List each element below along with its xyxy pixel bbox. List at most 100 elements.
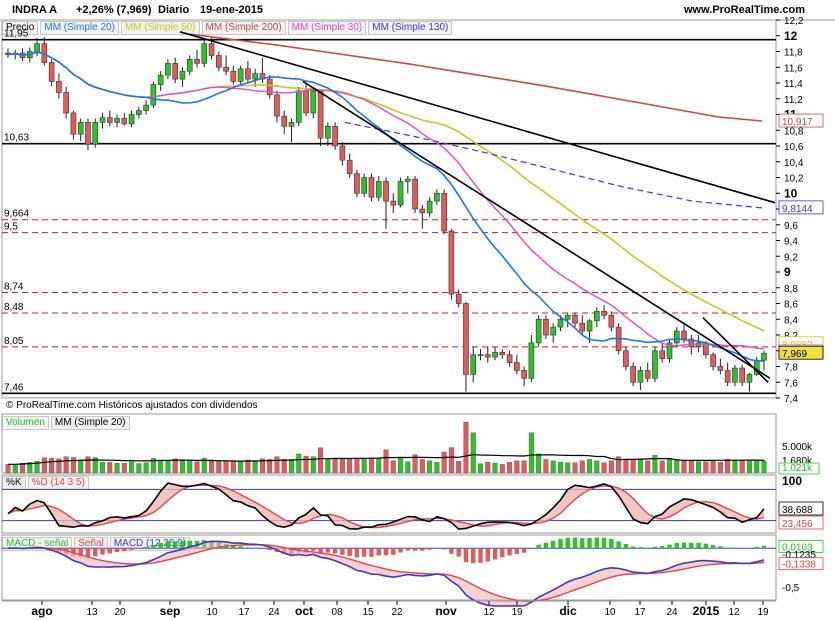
level-label: 8,74 xyxy=(4,281,24,292)
candle-body xyxy=(310,90,317,114)
volume-bar xyxy=(630,459,636,474)
candle-body xyxy=(150,84,157,106)
candle-body xyxy=(136,110,142,115)
macd-histogram-bar xyxy=(601,537,607,549)
stoch-axis-label: 100 xyxy=(782,474,802,488)
macd-histogram-bar xyxy=(521,548,527,553)
macd-histogram-bar xyxy=(674,542,679,549)
candle-body xyxy=(230,70,237,82)
volume-bar xyxy=(361,459,367,474)
candle-body xyxy=(572,315,578,324)
x-axis-label: dic xyxy=(559,604,577,618)
x-axis-label: 2015 xyxy=(693,604,720,618)
macd-histogram-bar xyxy=(434,548,440,549)
macd-histogram-bar xyxy=(361,548,367,557)
price-tag-label: 9,8144 xyxy=(782,204,813,215)
volume-bar xyxy=(499,464,505,474)
volume-bar xyxy=(85,456,91,474)
volume-bar xyxy=(107,461,113,474)
candle-body xyxy=(354,173,360,194)
candle-body xyxy=(426,200,433,214)
macd-histogram-bar xyxy=(456,548,461,557)
candle-body xyxy=(303,90,309,114)
macd-histogram-bar xyxy=(398,548,403,553)
volume-bar xyxy=(354,457,360,474)
x-axis-label: 13 xyxy=(86,607,98,618)
price-axis-label: 8,6 xyxy=(784,300,798,311)
volume-bar xyxy=(637,459,643,474)
macd-signal-tag-label: -0,1338 xyxy=(782,560,816,571)
candle-body xyxy=(528,342,535,379)
volume-bar xyxy=(456,461,462,474)
volume-bar xyxy=(492,462,498,474)
macd-histogram-bar xyxy=(550,540,556,549)
candle-body xyxy=(157,74,164,85)
macd-histogram-bar xyxy=(151,544,156,549)
macd-histogram-bar xyxy=(347,548,352,556)
macd-histogram-bar xyxy=(172,541,178,549)
volume-bar xyxy=(289,459,295,474)
macd-histogram-bar xyxy=(725,547,730,549)
candle-body xyxy=(172,63,178,80)
candle-body xyxy=(492,352,498,358)
macd-histogram-bar xyxy=(565,537,570,549)
macd-histogram-bar xyxy=(129,548,134,550)
candle-body xyxy=(325,126,331,139)
candle-body xyxy=(761,352,767,361)
price-axis-label: 9 xyxy=(784,265,791,279)
x-axis-label: 10 xyxy=(604,607,616,618)
volume-bar xyxy=(659,460,665,474)
candle-body xyxy=(557,318,564,328)
macd-histogram-bar xyxy=(245,547,251,549)
trendline-long xyxy=(179,31,776,204)
candle-body xyxy=(390,200,397,206)
candle-body xyxy=(637,370,644,383)
volume-bar xyxy=(267,459,273,474)
candle-body xyxy=(56,81,62,93)
x-axis-label: 24 xyxy=(268,607,280,618)
x-axis-label: ago xyxy=(31,604,52,618)
level-label: 7,46 xyxy=(4,382,24,393)
ma130-line xyxy=(344,121,763,209)
candle-body xyxy=(208,43,215,56)
volume-bar xyxy=(703,461,709,474)
candle-body xyxy=(608,315,615,328)
volume-bar xyxy=(187,460,193,474)
candle-body xyxy=(623,350,629,367)
volume-bar xyxy=(681,460,687,474)
macd-histogram-bar xyxy=(122,548,127,552)
candle-body xyxy=(34,43,40,52)
price-axis-label: 12 xyxy=(784,29,798,43)
volume-bar xyxy=(572,462,578,474)
x-axis-label: 19 xyxy=(511,607,523,618)
candle-body xyxy=(477,354,484,356)
candle-body xyxy=(434,192,440,202)
x-axis-label: sep xyxy=(160,604,181,618)
macd-histogram-bar xyxy=(754,546,759,549)
candle-body xyxy=(317,90,324,139)
volume-bar xyxy=(20,463,26,474)
candle-body xyxy=(201,43,208,64)
stoch-k-line xyxy=(7,482,765,530)
level-label: 10,63 xyxy=(4,133,29,144)
price-axis-label: 10,6 xyxy=(784,142,804,153)
candle-body xyxy=(484,354,491,358)
candle-body xyxy=(165,63,171,76)
price-axis-label: 8,8 xyxy=(784,284,798,295)
macd-histogram-bar xyxy=(165,541,171,549)
candle-body xyxy=(274,94,280,117)
volume-bar xyxy=(129,461,135,474)
volume-bar xyxy=(507,461,513,474)
volume-bar xyxy=(601,462,607,474)
volume-bar xyxy=(172,458,178,474)
candle-body xyxy=(383,181,389,202)
macd-histogram-bar xyxy=(514,548,520,554)
volume-bar xyxy=(238,460,244,474)
macd-histogram-bar xyxy=(107,548,112,554)
volume-bar xyxy=(732,460,738,474)
price-chart: 12,21211,811,611,411,21110,810,610,410,2… xyxy=(0,16,835,618)
candle-body xyxy=(579,322,586,332)
volume-bar xyxy=(12,464,18,474)
macd-histogram-bar xyxy=(311,548,316,551)
x-axis-label: 08 xyxy=(331,607,343,618)
